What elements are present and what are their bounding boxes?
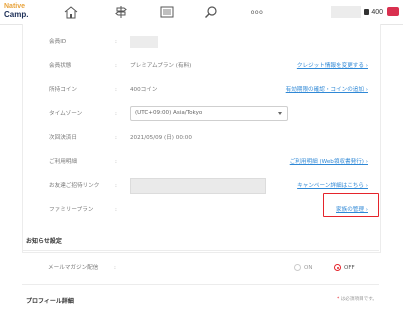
add-coins-link[interactable]: 有効期限の確認・コインの追加 ›: [286, 78, 368, 102]
search-icon[interactable]: [202, 4, 220, 20]
member-id-row: 会員ID :: [23, 30, 380, 54]
invite-link-label: お友達ご招待リンク: [49, 183, 100, 189]
coin-icon: [364, 9, 370, 15]
next-payment-label: 次回決済日: [49, 135, 77, 141]
colon: :: [115, 135, 117, 141]
coin-redacted-area: [331, 6, 361, 18]
newsletter-label: メールマガジン配信: [48, 265, 99, 271]
chevron-down-icon: [278, 112, 282, 115]
timezone-select[interactable]: (UTC+09:00) Asia/Tokyo: [130, 106, 288, 121]
colon: :: [115, 87, 117, 93]
logo-line-2: Camp.: [4, 10, 29, 19]
colon: :: [115, 207, 117, 213]
usage-details-row: ご利用明細 : ご利用明細 (Web領収書発行) ›: [23, 150, 380, 174]
member-status-label: 会員状態: [49, 63, 72, 69]
change-credit-link[interactable]: クレジット情報を変更する ›: [297, 54, 368, 78]
required-asterisk: *: [336, 297, 340, 302]
coin-balance[interactable]: 400: [331, 6, 383, 18]
family-plan-label: ファミリープラン: [49, 207, 94, 213]
colon: :: [114, 265, 116, 271]
profile-title: プロフィール詳細: [26, 298, 74, 305]
timezone-label: タイムゾーン: [49, 111, 83, 117]
colon: :: [115, 111, 117, 117]
member-status-value: プレミアムプラン (有料): [130, 63, 192, 69]
notifications-title: お知らせ設定: [26, 238, 62, 245]
timezone-row: タイムゾーン : (UTC+09:00) Asia/Tokyo: [23, 102, 380, 126]
next-payment-value: 2021/05/09 (日) 00:00: [130, 135, 192, 141]
coins-label: 所持コイン: [49, 87, 77, 93]
member-id-label: 会員ID: [49, 39, 67, 45]
divider: [22, 250, 379, 251]
account-info-card: 会員ID : 会員状態 : プレミアムプラン (有料) クレジット情報を変更する…: [22, 24, 381, 253]
more-icon[interactable]: ooo: [248, 4, 266, 20]
usage-details-link[interactable]: ご利用明細 (Web領収書発行) ›: [290, 150, 368, 174]
colon: :: [115, 183, 117, 189]
newsletter-off-label: OFF: [344, 265, 355, 271]
newsletter-off-radio[interactable]: [334, 264, 341, 271]
coins-value: 400コイン: [130, 87, 158, 93]
coins-row: 所持コイン : 400コイン 有効期限の確認・コインの追加 ›: [23, 78, 380, 102]
newsletter-on-radio[interactable]: [294, 264, 301, 271]
invite-link-field[interactable]: [130, 178, 266, 194]
colon: :: [115, 39, 117, 45]
divider: [22, 284, 379, 285]
colon: :: [115, 159, 117, 165]
top-nav-bar: Native Camp. ooo 400: [0, 0, 403, 25]
usage-details-label: ご利用明細: [49, 159, 77, 165]
next-payment-row: 次回決済日 : 2021/05/09 (日) 00:00: [23, 126, 380, 150]
member-id-value: [130, 36, 158, 48]
required-note-text: は必須項目です。: [340, 297, 377, 302]
colon: :: [115, 63, 117, 69]
member-status-row: 会員状態 : プレミアムプラン (有料) クレジット情報を変更する ›: [23, 54, 380, 78]
signpost-icon[interactable]: [112, 4, 130, 20]
newsletter-on-label: ON: [304, 265, 313, 271]
highlight-box: [323, 193, 379, 217]
home-icon[interactable]: [62, 4, 80, 20]
newsletter-row: メールマガジン配信 : ON OFF: [22, 256, 379, 280]
timezone-selected-value: (UTC+09:00) Asia/Tokyo: [135, 110, 203, 116]
nativecamp-logo[interactable]: Native Camp.: [4, 3, 34, 19]
required-note: * は必須項目です。: [337, 296, 377, 302]
avatar-badge[interactable]: [387, 7, 399, 16]
book-icon[interactable]: [158, 4, 176, 20]
coin-count: 400: [371, 8, 383, 16]
more-glyph: ooo: [250, 8, 264, 16]
